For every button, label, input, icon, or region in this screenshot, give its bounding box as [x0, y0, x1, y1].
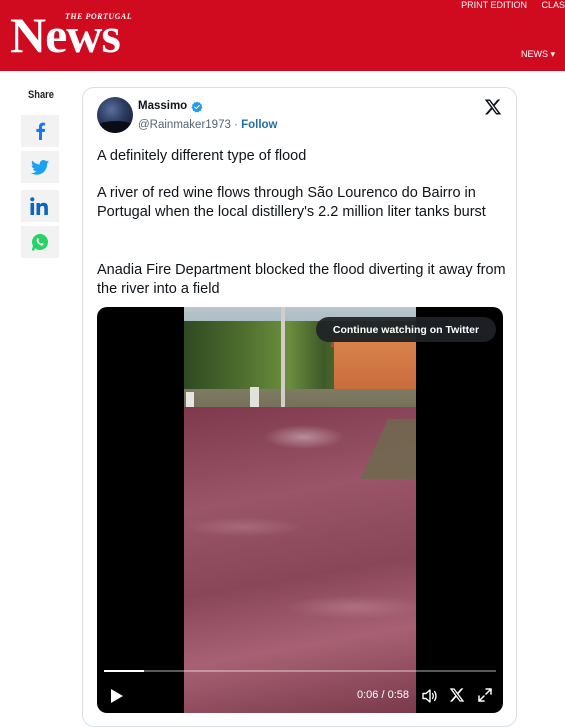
logo-portugal-text: THE PORTUGAL: [65, 12, 133, 21]
classifieds-link[interactable]: CLAS: [541, 0, 565, 10]
video-time: 0:06 / 0:58: [357, 689, 409, 701]
print-edition-link[interactable]: PRINT EDITION: [461, 0, 527, 10]
verified-badge-icon: [191, 101, 203, 113]
site-logo[interactable]: News THE PORTUGAL: [10, 6, 145, 61]
site-header: News THE PORTUGAL PRINT EDITION CLAS NEW…: [0, 0, 565, 71]
video-progress-fill: [104, 670, 145, 672]
embedded-tweet: Massimo @Rainmaker1973 · Follow A defini…: [82, 87, 517, 727]
news-menu-dropdown[interactable]: NEWS ▾: [521, 49, 555, 60]
continue-watching-button[interactable]: Continue watching on Twitter: [316, 317, 496, 342]
linkedin-share-button[interactable]: [21, 190, 59, 222]
facebook-icon: [36, 122, 46, 140]
author-handle[interactable]: @Rainmaker1973: [138, 119, 231, 131]
linkedin-icon: [30, 197, 48, 215]
whatsapp-share-button[interactable]: [21, 226, 59, 258]
author-name[interactable]: Massimo: [138, 100, 187, 112]
play-icon[interactable]: [110, 688, 124, 704]
follow-link[interactable]: Follow: [241, 119, 277, 131]
handle-separator: ·: [230, 119, 242, 131]
tweet-text-line-1: A definitely different type of flood: [97, 148, 307, 164]
twitter-icon: [31, 159, 49, 175]
tweet-text-paragraph-2: A river of red wine flows through São Lo…: [97, 185, 486, 220]
video-frame: [184, 307, 416, 713]
author-avatar[interactable]: [97, 97, 133, 133]
video-progress-bar[interactable]: [104, 670, 496, 672]
video-player[interactable]: Continue watching on Twitter 0:06 / 0:58: [97, 307, 503, 713]
x-logo-video-icon[interactable]: [449, 687, 465, 703]
facebook-share-button[interactable]: [21, 115, 59, 147]
share-label: Share: [28, 89, 54, 101]
author-handle-row: @Rainmaker1973 · Follow: [138, 119, 278, 131]
top-links: PRINT EDITION CLAS: [449, 0, 565, 10]
whatsapp-icon: [31, 234, 48, 251]
tweet-text-paragraph-3: Anadia Fire Department blocked the flood…: [97, 262, 506, 297]
volume-icon[interactable]: [422, 688, 438, 704]
fullscreen-icon[interactable]: [478, 688, 492, 702]
twitter-share-button[interactable]: [21, 151, 59, 183]
x-logo-icon[interactable]: [484, 98, 502, 116]
